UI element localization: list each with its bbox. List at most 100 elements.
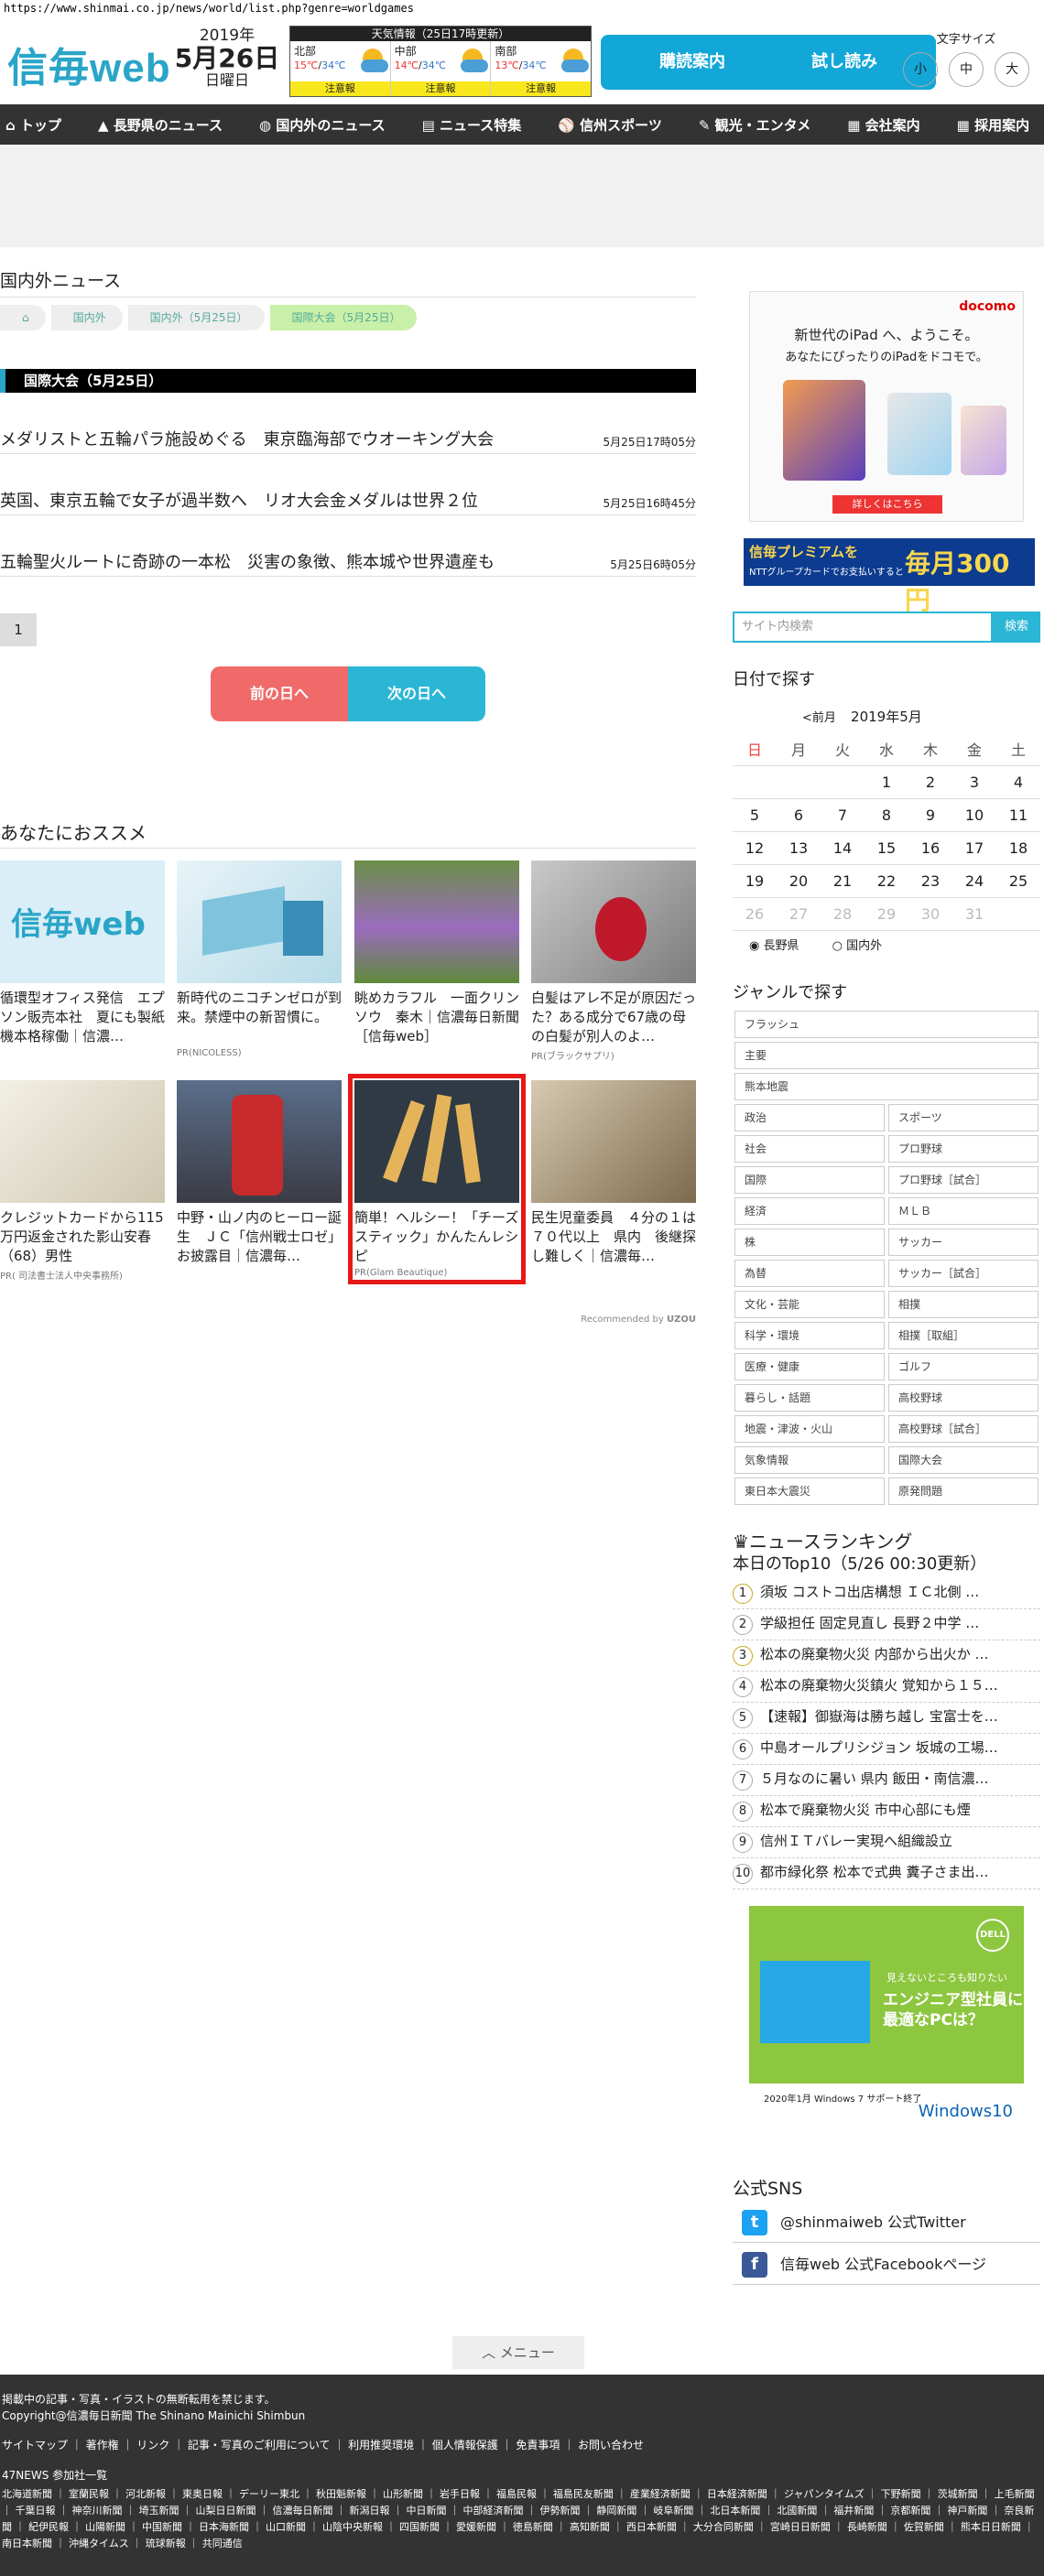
calendar-day[interactable]: 7 (821, 798, 865, 832)
genre-item[interactable]: プロ野球［試合］ (888, 1166, 1039, 1194)
nav-entertainment[interactable]: ✎ 観光・エンタメ (699, 115, 829, 135)
calendar-day[interactable]: 17 (952, 831, 996, 865)
font-medium-button[interactable]: 中 (949, 52, 984, 87)
radio-nagano[interactable]: ◉ 長野県 (749, 939, 814, 953)
calendar-day[interactable]: 12 (733, 831, 777, 865)
ranking-item[interactable]: 10 都市緑化祭 松本で式典 糞子さま出… (733, 1860, 1040, 1889)
genre-item[interactable]: 主要 (734, 1042, 1039, 1069)
calendar-day[interactable]: 18 (996, 831, 1040, 865)
genre-item[interactable]: スポーツ (888, 1104, 1039, 1131)
article-row[interactable]: 英国、東京五輪で女子が過半数へ リオ大会金メダルは世界２位 5月25日16時45… (0, 484, 696, 515)
breadcrumb-home[interactable]: ⌂ (0, 305, 46, 330)
genre-item[interactable]: 熊本地震 (734, 1073, 1039, 1100)
calendar-day[interactable]: 22 (865, 864, 908, 898)
recommend-card[interactable]: 白髪はアレ不足が原因だった？ある成分で67歳の母の白髪が別人のよ… PR(ブラッ… (531, 860, 696, 1062)
calendar-day[interactable]: 25 (996, 864, 1040, 898)
sidebar-ad-premium[interactable]: 信毎プレミアムを NTTグループカードでお支払いすると 毎月300円 (744, 538, 1035, 615)
breadcrumb-item[interactable]: 国内外（5月25日） (127, 305, 265, 330)
ad-details-button[interactable]: 詳しくはこちら (832, 495, 942, 514)
genre-item[interactable]: 相撲 (888, 1291, 1039, 1318)
sidebar-ad-docomo[interactable]: docomo 新世代のiPad へ、ようこそ。 あなたにぴったりのiPadをドコ… (749, 291, 1024, 522)
nav-company[interactable]: ▦ 会社案内 (847, 115, 938, 135)
footer-links[interactable]: サイトマップ ｜ 著作権 ｜ リンク ｜ 記事・写真のご利用について ｜ 利用推… (2, 2437, 1042, 2452)
footer-papers[interactable]: 北海道新聞 ｜ 室蘭民報 ｜ 河北新報 ｜ 東奥日報 ｜ デーリー東北 ｜ 秋田… (2, 2486, 1037, 2552)
genre-item[interactable]: 政治 (734, 1104, 885, 1131)
genre-item[interactable]: ＭＬＢ (888, 1197, 1039, 1225)
article-title[interactable]: 英国、東京五輪で女子が過半数へ リオ大会金メダルは世界２位 (0, 488, 478, 512)
nav-nagano-news[interactable]: ▲ 長野県のニュース (98, 115, 241, 135)
nav-features[interactable]: ▤ ニュース特集 (422, 115, 540, 135)
calendar-day[interactable]: 6 (777, 798, 821, 832)
article-row[interactable]: 五輪聖火ルートに奇跡の一本松 災害の象徴、熊本城や世界遺産も 5月25日6時05… (0, 546, 696, 577)
genre-item[interactable]: 暮らし・話題 (734, 1384, 885, 1412)
prev-month-link[interactable]: <前月 (802, 711, 836, 725)
address-bar-url[interactable]: https://www.shinmai.co.jp/news/world/lis… (4, 2, 414, 15)
genre-item[interactable]: 国際 (734, 1166, 885, 1194)
font-large-button[interactable]: 大 (995, 52, 1029, 87)
ranking-item[interactable]: 7 ５月なのに暑い 県内 飯田・南信濃… (733, 1767, 1040, 1796)
genre-item[interactable]: フラッシュ (734, 1011, 1039, 1038)
ranking-item[interactable]: 8 松本で廃棄物火災 市中心部にも煙 (733, 1798, 1040, 1827)
article-row[interactable]: メダリストと五輪パラ施設めぐる 東京臨海部でウオーキング大会 5月25日17時0… (0, 423, 696, 454)
facebook-link[interactable]: f 信毎web 公式Facebookページ (733, 2245, 1040, 2285)
genre-item[interactable]: 相撲［取組］ (888, 1322, 1039, 1349)
search-input[interactable]: サイト内検索 (733, 612, 993, 643)
calendar-day[interactable]: 11 (996, 798, 1040, 832)
genre-item[interactable]: 株 (734, 1228, 885, 1256)
nav-world-news[interactable]: ◍ 国内外のニュース (259, 115, 404, 135)
ranking-item[interactable]: 3 松本の廃棄物火災 内部から出火か … (733, 1642, 1040, 1672)
genre-item[interactable]: 気象情報 (734, 1446, 885, 1474)
recommend-card[interactable]: 信毎web 循環型オフィス発信 エプソン販売本社 夏にも製紙機本格稼働｜信濃… (0, 860, 165, 1046)
calendar-day[interactable]: 5 (733, 798, 777, 832)
genre-item[interactable]: 東日本大震災 (734, 1477, 885, 1505)
weather-widget[interactable]: 天気情報（25日17時更新） 北部 15℃/34℃ 注意報 中部 14℃/34℃… (289, 26, 592, 97)
twitter-link[interactable]: t @shinmaiweb 公式Twitter (733, 2203, 1040, 2243)
calendar-day[interactable]: 24 (952, 864, 996, 898)
genre-item[interactable]: 原発問題 (888, 1477, 1039, 1505)
sidebar-ad-dell[interactable]: DELL 見えないところも知りたい エンジニア型社員に最適なPCは？ 2020年… (749, 1906, 1024, 2135)
genre-item[interactable]: 地震・津波・火山 (734, 1415, 885, 1443)
calendar-day[interactable]: 19 (733, 864, 777, 898)
search-button[interactable]: 検索 (993, 612, 1040, 643)
ranking-item[interactable]: 6 中島オールプリシジョン 坂城の工場… (733, 1736, 1040, 1765)
calendar-day[interactable]: 4 (996, 765, 1040, 799)
radio-world[interactable]: ○ 国内外 (832, 939, 897, 953)
site-logo[interactable]: 信毎web (7, 35, 171, 93)
font-small-button[interactable]: 小 (903, 52, 938, 87)
nav-sports[interactable]: ⚾ 信州スポーツ (558, 115, 680, 135)
recommend-card[interactable]: 眺めカラフル 一面クリンソウ 秦木｜信濃毎日新聞［信毎web］ (354, 860, 519, 1046)
calendar-day[interactable]: 14 (821, 831, 865, 865)
prev-day-button[interactable]: 前の日へ (211, 666, 348, 721)
nav-recruit[interactable]: ▦ 採用案内 (957, 115, 1044, 135)
calendar-day[interactable]: 9 (908, 798, 952, 832)
calendar-day[interactable]: 23 (908, 864, 952, 898)
ranking-item[interactable]: 5 【速報】御嶽海は勝ち越し 宝富士を… (733, 1705, 1040, 1734)
calendar-day[interactable]: 21 (821, 864, 865, 898)
ranking-item[interactable]: 2 学級担任 固定見直し 長野２中学 … (733, 1611, 1040, 1640)
recommend-card[interactable]: 中野・山ノ内のヒーロー誕生 ＪＣ「信州戦士ロゼ」お披露目｜信濃毎… (177, 1080, 342, 1266)
calendar-day[interactable]: 16 (908, 831, 952, 865)
genre-item[interactable]: 高校野球 (888, 1384, 1039, 1412)
next-day-button[interactable]: 次の日へ (348, 666, 485, 721)
nav-top[interactable]: ⌂ トップ (5, 115, 80, 135)
menu-button[interactable]: ︿ メニュー (452, 2336, 584, 2369)
calendar-day[interactable]: 10 (952, 798, 996, 832)
article-title[interactable]: 五輪聖火ルートに奇跡の一本松 災害の象徴、熊本城や世界遺産も (0, 549, 495, 573)
recommend-card-selected[interactable]: 簡単！ヘルシー！「チーズスティック」かんたんレシピ PR(Glam Beauti… (348, 1074, 526, 1284)
genre-item[interactable]: 医療・健康 (734, 1353, 885, 1380)
genre-item[interactable]: サッカー［試合］ (888, 1260, 1039, 1287)
calendar-day[interactable]: 3 (952, 765, 996, 799)
genre-item[interactable]: 高校野球［試合］ (888, 1415, 1039, 1443)
ranking-item[interactable]: 9 信州ＩＴバレー実現へ組織設立 (733, 1829, 1040, 1858)
calendar-day[interactable]: 13 (777, 831, 821, 865)
article-title[interactable]: メダリストと五輪パラ施設めぐる 東京臨海部でウオーキング大会 (0, 427, 494, 450)
genre-item[interactable]: ゴルフ (888, 1353, 1039, 1380)
genre-item[interactable]: 経済 (734, 1197, 885, 1225)
genre-item[interactable]: 社会 (734, 1135, 885, 1163)
ranking-item[interactable]: 4 松本の廃棄物火災鎮火 覚知から１５… (733, 1673, 1040, 1703)
genre-item[interactable]: プロ野球 (888, 1135, 1039, 1163)
genre-item[interactable]: 国際大会 (888, 1446, 1039, 1474)
calendar-day[interactable]: 8 (865, 798, 908, 832)
breadcrumb-item[interactable]: 国内外 (50, 305, 123, 330)
recommend-card[interactable]: クレジットカードから115万円返金された影山安春（68）男性 PR( 司法書士法… (0, 1080, 165, 1282)
